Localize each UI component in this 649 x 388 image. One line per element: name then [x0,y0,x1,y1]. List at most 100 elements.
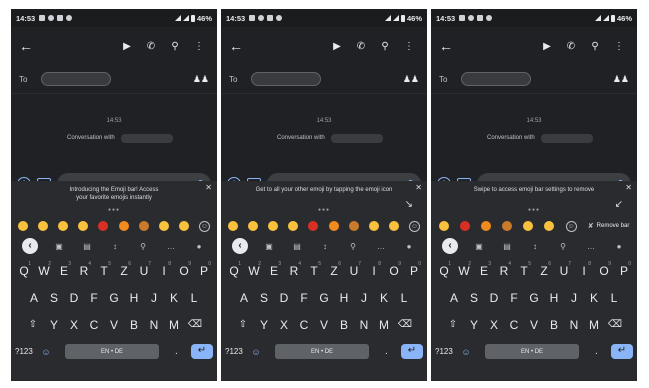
key[interactable]: K [165,287,183,309]
emoji-suggestion[interactable] [178,221,189,231]
emoji-suggestion[interactable] [38,221,49,231]
emoji-suggestion[interactable] [438,221,449,231]
key[interactable]: S [45,287,63,309]
chevron-left-icon[interactable]: ‹ [442,238,458,254]
sticker-icon[interactable]: ▣ [52,242,66,251]
video-call-icon[interactable]: ▶ [537,41,557,52]
key[interactable]: C [85,314,103,336]
key[interactable]: V [525,314,543,336]
shift-key-icon[interactable]: ⇧ [442,314,464,336]
clipboard-icon[interactable]: ▤ [500,242,514,251]
key[interactable]: Q1 [15,260,33,282]
key[interactable]: S [255,287,273,309]
emoji-suggestion[interactable] [248,221,259,231]
enter-key-icon[interactable]: ↵ [611,344,633,359]
more-options-icon[interactable]: ⋮ [609,41,629,52]
key[interactable]: X [275,314,293,336]
key[interactable]: K [585,287,603,309]
key[interactable]: J [565,287,583,309]
key[interactable]: F [295,287,313,309]
key[interactable]: Z6 [115,260,133,282]
key[interactable]: Y [465,314,483,336]
key[interactable]: I8 [575,260,593,282]
key[interactable]: G [315,287,333,309]
key[interactable]: G [105,287,123,309]
emoji-key-icon[interactable]: ☺ [249,347,263,357]
numbers-key[interactable]: ?123 [225,347,249,356]
emoji-suggestion[interactable] [348,221,359,231]
emoji-suggestion[interactable] [388,221,399,231]
phone-call-icon[interactable]: ✆ [561,41,581,52]
emoji-suggestion[interactable] [18,221,29,231]
emoji-suggestion[interactable] [523,221,534,231]
enter-key-icon[interactable]: ↵ [191,344,213,359]
key[interactable]: H [125,287,143,309]
key[interactable]: E3 [265,260,283,282]
key[interactable]: P0 [195,260,213,282]
sticker-icon[interactable]: ▣ [262,242,276,251]
key[interactable]: J [355,287,373,309]
cursor-move-icon[interactable]: ↕ [318,242,332,251]
more-options-icon[interactable]: ⋮ [189,41,209,52]
key[interactable]: G [525,287,543,309]
key[interactable]: N [145,314,163,336]
key[interactable]: R4 [285,260,303,282]
key[interactable]: U7 [135,260,153,282]
phone-call-icon[interactable]: ✆ [141,41,161,52]
chevron-left-icon[interactable]: ‹ [232,238,248,254]
key[interactable]: F [85,287,103,309]
key[interactable]: X [485,314,503,336]
backspace-key-icon[interactable]: ⌫ [604,314,626,336]
emoji-suggestion[interactable] [158,221,169,231]
key[interactable]: P0 [615,260,633,282]
key[interactable]: K [375,287,393,309]
emoji-suggestion[interactable] [98,221,109,231]
voice-input-icon[interactable]: ● [402,242,416,251]
key[interactable]: U7 [345,260,363,282]
emoji-suggestion[interactable] [288,221,299,231]
space-bar[interactable]: EN • DE [485,344,579,359]
back-arrow-icon[interactable]: ← [19,38,33,54]
remove-bar-button[interactable]: ✘ Remove bar [588,222,630,230]
back-arrow-icon[interactable]: ← [229,38,243,54]
key[interactable]: J [145,287,163,309]
phone-call-icon[interactable]: ✆ [351,41,371,52]
period-key[interactable]: . [595,346,605,357]
period-key[interactable]: . [385,346,395,357]
emoji-suggestion[interactable] [368,221,379,231]
key[interactable]: W2 [455,260,473,282]
key[interactable]: F [505,287,523,309]
key[interactable]: N [565,314,583,336]
emoji-suggestion[interactable] [228,221,239,231]
numbers-key[interactable]: ?123 [15,347,39,356]
emoji-suggestion[interactable] [480,221,491,231]
key[interactable]: M [165,314,183,336]
key[interactable]: T5 [305,260,323,282]
key[interactable]: O9 [175,260,193,282]
clipboard-icon[interactable]: ▤ [80,242,94,251]
key[interactable]: L [605,287,623,309]
recipient-chip[interactable] [251,72,322,86]
period-key[interactable]: . [175,346,185,357]
key[interactable]: Y [255,314,273,336]
back-arrow-icon[interactable]: ← [439,38,453,54]
key[interactable]: R4 [495,260,513,282]
search-icon[interactable]: ⚲ [585,41,605,52]
key[interactable]: Q1 [435,260,453,282]
key[interactable]: R4 [75,260,93,282]
emoji-key-icon[interactable]: ☺ [39,347,53,357]
key[interactable]: V [315,314,333,336]
shift-key-icon[interactable]: ⇧ [22,314,44,336]
key[interactable]: W2 [35,260,53,282]
emoji-suggestion[interactable] [502,221,513,231]
key[interactable]: Z6 [325,260,343,282]
search-icon[interactable]: ⚲ [136,242,150,251]
space-bar[interactable]: EN • DE [65,344,159,359]
emoji-key-icon[interactable]: ☺ [459,347,473,357]
shift-key-icon[interactable]: ⇧ [232,314,254,336]
key[interactable]: C [505,314,523,336]
key[interactable]: Q1 [225,260,243,282]
key[interactable]: A [235,287,253,309]
emoji-suggestion[interactable] [268,221,279,231]
more-icon[interactable]: … [374,242,388,251]
